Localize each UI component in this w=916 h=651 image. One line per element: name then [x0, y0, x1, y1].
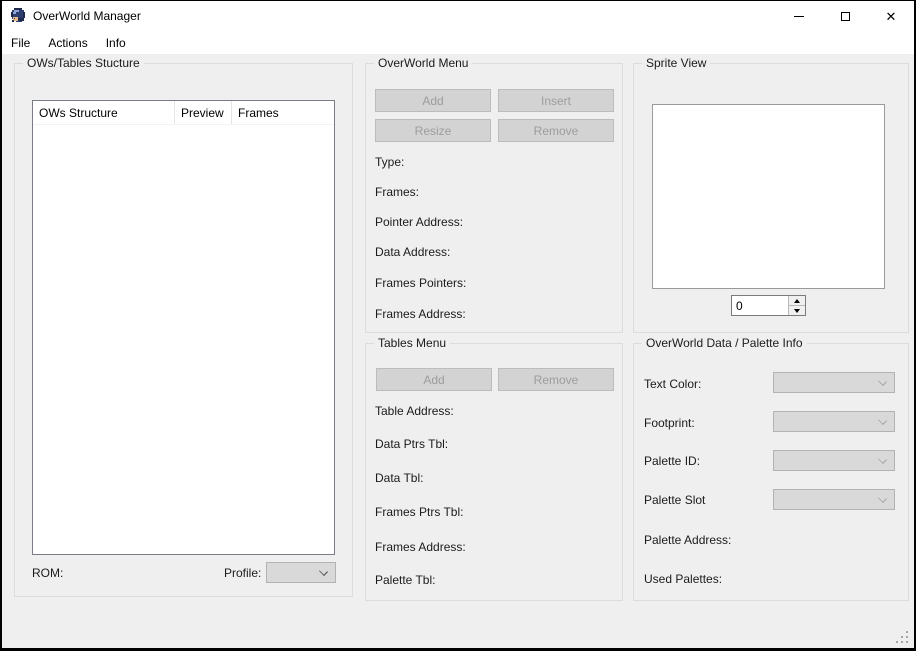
- data-tbl-label: Data Tbl:: [375, 471, 423, 485]
- window-title: OverWorld Manager: [33, 9, 141, 23]
- list-body[interactable]: [33, 125, 334, 555]
- spinner-down-button[interactable]: [789, 306, 805, 315]
- ows-structure-list[interactable]: OWs Structure Preview Frames: [32, 100, 335, 555]
- arrow-down-icon: [794, 309, 800, 313]
- column-header-frames[interactable]: Frames: [232, 101, 334, 124]
- profile-label: Profile:: [224, 566, 261, 580]
- table-address-label: Table Address:: [375, 404, 454, 418]
- type-label: Type:: [375, 155, 404, 169]
- column-header-preview[interactable]: Preview: [175, 101, 232, 124]
- table-remove-button[interactable]: Remove: [498, 368, 614, 391]
- frames-ptrs-tbl-label: Frames Ptrs Tbl:: [375, 505, 463, 519]
- maximize-button[interactable]: [822, 1, 868, 31]
- chevron-down-icon: [878, 494, 887, 503]
- table-add-button[interactable]: Add: [376, 368, 492, 391]
- group-title: Tables Menu: [374, 336, 450, 350]
- menu-info[interactable]: Info: [97, 33, 135, 53]
- palette-slot-combobox[interactable]: [773, 489, 895, 510]
- profile-combobox-value: [267, 560, 279, 580]
- footprint-label: Footprint:: [644, 416, 695, 430]
- close-button[interactable]: ✕: [868, 1, 914, 31]
- group-ows-tables-structure: OWs/Tables Stucture OWs Structure Previe…: [14, 63, 353, 597]
- ow-remove-button[interactable]: Remove: [498, 119, 614, 142]
- arrow-up-icon: [794, 299, 800, 303]
- title-bar: OverWorld Manager ✕: [2, 1, 914, 31]
- group-title: OverWorld Data / Palette Info: [642, 336, 807, 350]
- palette-id-label: Palette ID:: [644, 454, 700, 468]
- profile-combobox[interactable]: [266, 562, 336, 583]
- text-color-label: Text Color:: [644, 377, 701, 391]
- frame-spinner-value: 0: [732, 296, 788, 315]
- group-title: OWs/Tables Stucture: [23, 56, 144, 70]
- app-icon: [10, 8, 26, 24]
- list-header: OWs Structure Preview Frames: [33, 101, 334, 125]
- maximize-icon: [841, 12, 850, 21]
- menu-bar: File Actions Info: [2, 31, 914, 54]
- spinner-up-button[interactable]: [789, 296, 805, 306]
- chevron-down-icon: [878, 377, 887, 386]
- text-color-combobox[interactable]: [773, 372, 895, 393]
- chevron-down-icon: [878, 455, 887, 464]
- ow-insert-button[interactable]: Insert: [498, 89, 614, 112]
- data-address-label: Data Address:: [375, 245, 450, 259]
- ow-add-button[interactable]: Add: [375, 89, 491, 112]
- pointer-address-label: Pointer Address:: [375, 215, 463, 229]
- footprint-combobox-value: [774, 409, 786, 429]
- close-icon: ✕: [886, 10, 897, 23]
- chevron-down-icon: [319, 567, 328, 576]
- frames-label: Frames:: [375, 185, 419, 199]
- group-palette-info: OverWorld Data / Palette Info Text Color…: [633, 343, 909, 601]
- ow-resize-button[interactable]: Resize: [375, 119, 491, 142]
- text-color-combobox-value: [774, 370, 786, 390]
- used-palettes-label: Used Palettes:: [644, 572, 722, 586]
- frames-address-label: Frames Address:: [375, 307, 466, 321]
- rom-label: ROM:: [32, 566, 63, 580]
- app-window: OverWorld Manager ✕ File Actions Info OW…: [0, 0, 916, 651]
- group-title: OverWorld Menu: [374, 56, 472, 70]
- palette-id-combobox-value: [774, 448, 786, 468]
- resize-grip[interactable]: [895, 631, 908, 644]
- frames-address-label: Frames Address:: [375, 540, 466, 554]
- group-title: Sprite View: [642, 56, 710, 70]
- palette-id-combobox[interactable]: [773, 450, 895, 471]
- column-header-ows-structure[interactable]: OWs Structure: [33, 101, 175, 124]
- chevron-down-icon: [878, 416, 887, 425]
- minimize-icon: [794, 16, 804, 17]
- menu-file[interactable]: File: [2, 33, 39, 53]
- group-tables-menu: Tables Menu Add Remove Table Address: Da…: [365, 343, 623, 601]
- palette-address-label: Palette Address:: [644, 533, 731, 547]
- menu-actions[interactable]: Actions: [39, 33, 96, 53]
- palette-slot-combobox-value: [774, 487, 786, 507]
- group-overworld-menu: OverWorld Menu Add Insert Resize Remove …: [365, 63, 623, 333]
- footprint-combobox[interactable]: [773, 411, 895, 432]
- group-sprite-view: Sprite View 0: [633, 63, 909, 333]
- frame-spinner[interactable]: 0: [731, 295, 806, 316]
- sprite-picturebox: [652, 104, 885, 289]
- palette-tbl-label: Palette Tbl:: [375, 573, 435, 587]
- frames-pointers-label: Frames Pointers:: [375, 276, 466, 290]
- minimize-button[interactable]: [776, 1, 822, 31]
- data-ptrs-tbl-label: Data Ptrs Tbl:: [375, 437, 448, 451]
- palette-slot-label: Palette Slot: [644, 493, 705, 507]
